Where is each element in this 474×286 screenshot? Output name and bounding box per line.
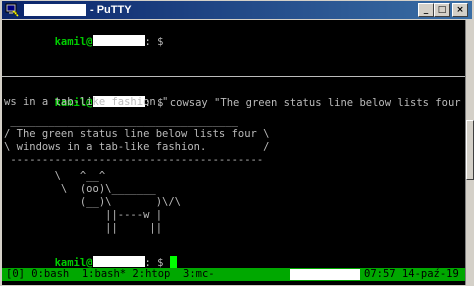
maximize-button[interactable]: □ (434, 3, 450, 17)
putty-icon[interactable] (4, 2, 20, 18)
prompt-suffix: : $ (144, 36, 164, 48)
top-prompt-line: kamil@ : $ (4, 22, 163, 48)
command-line: kamil@: $ cowsay "The green status line … (4, 83, 465, 109)
cowsay-line: \ (oo)\_______ (4, 183, 156, 195)
tmux-status-bar: [0] 0:bash 1:bash* 2:htop 3:mc- 07:57 14… (2, 268, 465, 281)
cowsay-line: ---------------------------------------- (4, 154, 264, 166)
window-list: [0] 0:bash 1:bash* 2:htop 3:mc- (6, 268, 215, 280)
redacted-hostname (290, 269, 360, 280)
cowsay-line: \ ^__^ (4, 170, 106, 182)
prompt-user: kamil@ (54, 36, 93, 48)
cowsay-line: ____________________________________ (4, 115, 238, 127)
cowsay-line: \ windows in a tab-like fashion. / (4, 141, 270, 153)
top-pane[interactable]: kamil@ : $ (2, 20, 465, 76)
cowsay-line: / The green status line below lists four… (4, 128, 270, 140)
cowsay-line: ||----w | (4, 209, 163, 221)
bottom-pane[interactable]: kamil@: $ cowsay "The green status line … (2, 78, 465, 269)
terminal-cursor (169, 256, 177, 268)
redacted-hostname (24, 4, 86, 16)
status-clock: 07:57 14-paź-19 (364, 268, 459, 280)
pane-divider[interactable] (2, 76, 465, 77)
redacted-hostname (92, 35, 145, 46)
cowsay-line: || || (4, 222, 163, 234)
close-button[interactable]: × (452, 3, 468, 17)
vertical-scrollbar[interactable] (465, 20, 474, 285)
terminal-area[interactable]: kamil@ : $ kamil@: $ cowsay "The green st… (2, 20, 465, 285)
cowsay-line: (__)\ )\/\ (4, 196, 182, 208)
minimize-button[interactable]: _ (418, 3, 434, 17)
redacted-hostname (92, 256, 145, 267)
putty-window: - PuTTY _ □ × kamil@ : $ kamil@: $ cowsay… (0, 0, 474, 286)
title-bar[interactable]: - PuTTY _ □ × (2, 1, 472, 19)
command-text: : $ cowsay "The green status line below … (144, 97, 465, 109)
window-title: - PuTTY (90, 4, 132, 16)
scrollbar-thumb[interactable] (466, 120, 474, 180)
command-wrap-line: ws in a tab-like fashion." (4, 96, 169, 108)
final-prompt-line: kamil@: $ (4, 243, 177, 269)
